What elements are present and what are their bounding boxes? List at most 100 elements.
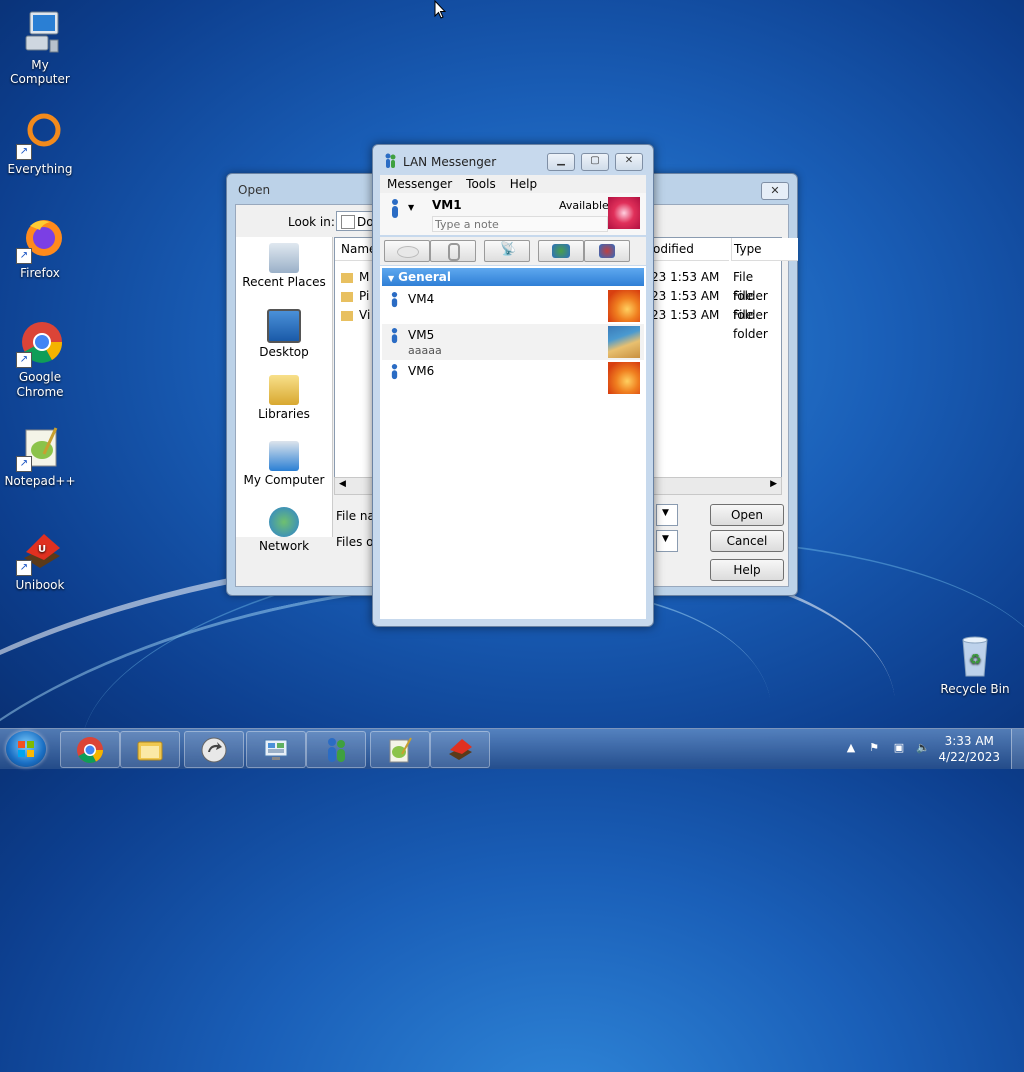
menu-help[interactable]: Help xyxy=(503,175,544,193)
contact-vm4[interactable]: VM4 xyxy=(382,288,644,324)
broadcast-button[interactable]: 📡 xyxy=(484,240,530,262)
show-hidden-icons-icon[interactable]: ▲ xyxy=(844,741,858,755)
place-libraries[interactable]: Libraries xyxy=(236,375,332,435)
place-recent-places[interactable]: Recent Places xyxy=(236,243,332,303)
control-panel-icon xyxy=(264,739,288,760)
desktop-icon-label: Firefox xyxy=(20,266,60,280)
files-of-type-combo[interactable]: ▼ xyxy=(656,530,678,552)
taskbar-notepad-plus-plus[interactable] xyxy=(370,731,430,768)
volume-icon[interactable]: 🔈 xyxy=(916,741,930,755)
recent-places-icon xyxy=(269,243,299,273)
chat-button[interactable] xyxy=(384,240,430,262)
contact-status-icon xyxy=(391,292,398,308)
contact-list: ▼ General VM4 VM5 aaaaa VM6 xyxy=(380,266,646,619)
user-status-icon[interactable] xyxy=(390,199,400,219)
file-row[interactable]: M xyxy=(341,268,369,287)
taskbar-control-panel[interactable] xyxy=(246,731,306,768)
place-label: Recent Places xyxy=(242,275,326,289)
computer-icon xyxy=(269,441,299,471)
lan-messenger-window: LAN Messenger ▁ ▢ ✕ Messenger Tools Help ▼… xyxy=(372,144,654,627)
desktop-icon-notepad-plus-plus[interactable]: ↗ Notepad++ xyxy=(0,424,80,488)
close-icon: ✕ xyxy=(770,184,780,197)
dialog-title: Open xyxy=(238,183,271,197)
contact-vm6[interactable]: VM6 xyxy=(382,360,644,396)
minimize-icon: ▁ xyxy=(557,155,565,166)
settings-button[interactable] xyxy=(584,240,630,262)
desktop-icon-my-computer[interactable]: My Computer xyxy=(0,8,80,86)
svg-text:♻: ♻ xyxy=(969,652,982,668)
status-dropdown-chevron-icon[interactable]: ▼ xyxy=(408,203,414,212)
file-modified: 23 1:53 AM xyxy=(651,289,720,303)
maximize-button[interactable]: ▢ xyxy=(581,153,609,171)
help-button[interactable]: Help xyxy=(710,559,784,581)
network-icon xyxy=(269,507,299,537)
desktop-icon-label: Unibook xyxy=(15,578,65,592)
note-input[interactable] xyxy=(432,216,608,232)
system-clock[interactable]: 3:33 AM 4/22/2023 xyxy=(938,733,1000,765)
contact-status-icon xyxy=(391,364,398,380)
contact-vm5[interactable]: VM5 aaaaa xyxy=(382,324,644,360)
contact-status-icon xyxy=(391,328,398,344)
column-header-modified[interactable]: odified xyxy=(651,238,729,261)
open-button[interactable]: Open xyxy=(710,504,784,526)
taskbar-app-arrow[interactable] xyxy=(184,731,244,768)
unibook-icon: U ↗ xyxy=(16,528,64,576)
place-label: Network xyxy=(258,539,310,553)
file-modified: 23 1:53 AM xyxy=(651,270,720,284)
expand-triangle-icon: ▼ xyxy=(388,274,395,283)
minimize-button[interactable]: ▁ xyxy=(547,153,575,171)
desktop-icon-recycle-bin[interactable]: ♻ Recycle Bin xyxy=(935,632,1015,696)
menu-tools[interactable]: Tools xyxy=(459,175,503,193)
close-button[interactable]: ✕ xyxy=(615,153,643,171)
desktop-icon-unibook[interactable]: U ↗ Unibook xyxy=(0,528,80,592)
desktop-icon-everything[interactable]: ↗ Everything xyxy=(0,112,80,176)
close-button[interactable]: ✕ xyxy=(761,182,789,200)
group-header-general[interactable]: ▼ General xyxy=(382,268,644,286)
user-avatar[interactable] xyxy=(608,197,640,229)
file-name-combo[interactable]: ▼ xyxy=(656,504,678,526)
clock-date: 4/22/2023 xyxy=(938,750,1000,764)
taskbar-lan-messenger[interactable] xyxy=(306,731,366,768)
window-title: LAN Messenger xyxy=(403,155,497,169)
desktop-icon-label: Recycle Bin xyxy=(940,682,1010,696)
folder-icon xyxy=(341,310,353,321)
place-desktop[interactable]: Desktop xyxy=(236,309,332,369)
add-contact-button[interactable] xyxy=(538,240,584,262)
file-row[interactable]: Pi xyxy=(341,287,369,306)
place-network[interactable]: Network xyxy=(236,507,332,567)
menu-messenger[interactable]: Messenger xyxy=(380,175,459,193)
cancel-button[interactable]: Cancel xyxy=(710,530,784,552)
place-label: Libraries xyxy=(258,407,310,421)
places-bar: Recent Places Desktop Libraries My Compu… xyxy=(236,237,333,553)
user-status[interactable]: Available xyxy=(559,199,609,212)
chrome-icon: ↗ xyxy=(16,320,64,368)
lan-messenger-icon xyxy=(385,153,396,168)
contact-avatar xyxy=(608,290,640,322)
toolbar: 📡 xyxy=(380,237,646,265)
network-icon[interactable]: ▣ xyxy=(892,741,906,755)
place-my-computer[interactable]: My Computer xyxy=(236,441,332,501)
taskbar-chrome[interactable] xyxy=(60,731,120,768)
show-desktop-button[interactable] xyxy=(1011,729,1024,769)
contact-name: VM5 xyxy=(408,328,435,342)
taskbar-unibook[interactable] xyxy=(430,731,490,768)
send-file-button[interactable] xyxy=(430,240,476,262)
scroll-right-icon: ▶ xyxy=(770,479,777,489)
start-button[interactable] xyxy=(6,731,46,767)
shortcut-arrow-icon: ↗ xyxy=(16,560,32,576)
close-icon: ✕ xyxy=(624,155,634,166)
look-in-label: Look in: xyxy=(288,215,335,229)
column-header-type[interactable]: Type xyxy=(731,238,798,261)
file-type: File folder xyxy=(733,289,768,322)
action-center-flag-icon[interactable]: ⚑ xyxy=(867,741,881,755)
folder-icon xyxy=(341,291,353,302)
desktop-icon-firefox[interactable]: ↗ Firefox xyxy=(0,216,80,280)
desktop-icon-google-chrome[interactable]: ↗ Google Chrome xyxy=(0,320,80,400)
recycle-bin-icon: ♻ xyxy=(951,632,999,680)
gear-icon xyxy=(599,244,615,258)
taskbar-explorer[interactable] xyxy=(120,731,180,768)
desktop-icon-label: My Computer xyxy=(10,58,70,86)
file-row[interactable]: Vi xyxy=(341,306,370,325)
menu-bar: Messenger Tools Help xyxy=(380,175,646,193)
firefox-icon: ↗ xyxy=(16,216,64,264)
